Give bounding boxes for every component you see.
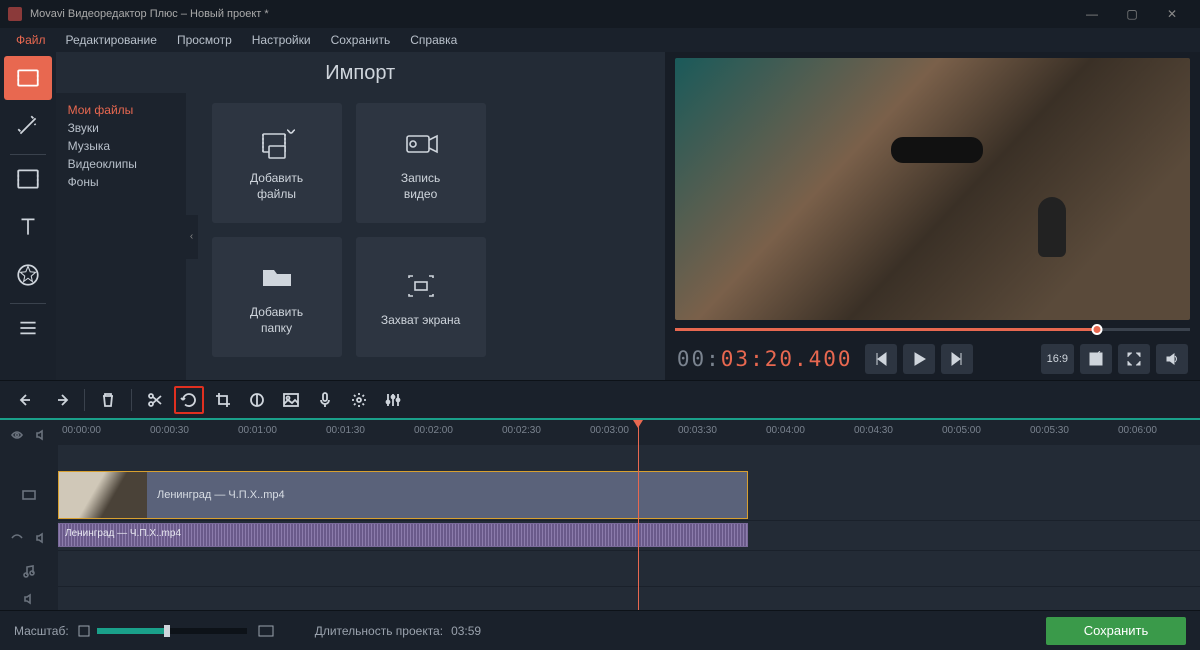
media-add-icon	[257, 123, 297, 165]
close-button[interactable]: ✕	[1152, 0, 1192, 28]
tile-label: Добавить файлы	[250, 171, 303, 202]
music-track-head[interactable]	[0, 553, 58, 589]
zoom-fit-icon[interactable]	[257, 624, 275, 638]
fullscreen-button[interactable]	[1118, 344, 1150, 374]
menu-settings[interactable]: Настройки	[242, 30, 321, 50]
clip-name: Ленинград — Ч.П.Х..mp4	[157, 489, 285, 501]
titlebar: Movavi Видеоредактор Плюс – Новый проект…	[0, 0, 1200, 28]
ruler-head	[0, 422, 58, 447]
music-track[interactable]	[58, 551, 1200, 587]
rail-magic[interactable]	[4, 104, 52, 148]
preview-decoration	[1038, 197, 1066, 257]
video-clip[interactable]: Ленинград — Ч.П.Х..mp4	[58, 471, 748, 519]
maximize-button[interactable]: ▢	[1112, 0, 1152, 28]
menubar: Файл Редактирование Просмотр Настройки С…	[0, 28, 1200, 52]
rail-filters[interactable]	[4, 157, 52, 201]
menu-save[interactable]: Сохранить	[321, 30, 401, 50]
crop-button[interactable]	[208, 386, 238, 414]
zoom-slider[interactable]	[97, 628, 247, 634]
split-button[interactable]	[140, 386, 170, 414]
capture-icon	[401, 265, 441, 307]
tile-record-video[interactable]: Запись видео	[356, 103, 486, 223]
tile-label: Запись видео	[401, 171, 440, 202]
audio-track[interactable]: Ленинград — Ч.П.Х..mp4	[58, 521, 1200, 551]
source-music[interactable]: Музыка	[56, 137, 186, 155]
timecode: 00:03:20.400	[677, 347, 853, 371]
zoom-label: Масштаб:	[14, 624, 69, 638]
rotate-button[interactable]	[174, 386, 204, 414]
source-backgrounds[interactable]: Фоны	[56, 173, 186, 191]
rail-stickers[interactable]	[4, 253, 52, 297]
track-headers	[0, 420, 58, 610]
timeline: 00:00:00 00:00:30 00:01:00 00:01:30 00:0…	[0, 418, 1200, 610]
prev-frame-button[interactable]	[865, 344, 897, 374]
preview-controls: 00:03:20.400 16:9	[675, 338, 1190, 380]
import-heading: Импорт	[56, 62, 665, 85]
image-button[interactable]	[276, 386, 306, 414]
rail-titles[interactable]	[4, 205, 52, 249]
zoom-out-icon[interactable]	[77, 624, 91, 638]
clip-name: Ленинград — Ч.П.Х..mp4	[65, 528, 181, 539]
audio-clip[interactable]: Ленинград — Ч.П.Х..mp4	[58, 523, 748, 547]
source-videoclips[interactable]: Видеоклипы	[56, 155, 186, 173]
window-title: Movavi Видеоредактор Плюс – Новый проект…	[30, 8, 269, 20]
save-button[interactable]: Сохранить	[1046, 617, 1186, 645]
music-track-volume[interactable]	[0, 589, 58, 609]
video-track[interactable]: Ленинград — Ч.П.Х..mp4	[58, 465, 1200, 521]
preview-panel: 00:03:20.400 16:9	[665, 52, 1200, 380]
time-ruler[interactable]: 00:00:00 00:00:30 00:01:00 00:01:30 00:0…	[58, 420, 1200, 445]
color-button[interactable]	[242, 386, 272, 414]
equalizer-button[interactable]	[378, 386, 408, 414]
tile-add-files[interactable]: Добавить файлы	[212, 103, 342, 223]
minimize-button[interactable]: —	[1072, 0, 1112, 28]
import-panel: Импорт Мои файлы Звуки Музыка Видеоклипы…	[56, 52, 665, 380]
play-button[interactable]	[903, 344, 935, 374]
source-list: Мои файлы Звуки Музыка Видеоклипы Фоны	[56, 93, 186, 380]
redo-button[interactable]	[46, 386, 76, 414]
volume-button[interactable]	[1156, 344, 1188, 374]
camera-icon	[401, 123, 441, 165]
menu-file[interactable]: Файл	[6, 30, 56, 50]
next-frame-button[interactable]	[941, 344, 973, 374]
video-preview[interactable]	[675, 58, 1190, 320]
menu-edit[interactable]: Редактирование	[56, 30, 167, 50]
audio-track-head[interactable]	[0, 523, 58, 553]
duration-label: Длительность проекта:	[315, 624, 443, 638]
app-logo	[8, 7, 22, 21]
source-sounds[interactable]: Звуки	[56, 119, 186, 137]
rail-list[interactable]	[4, 306, 52, 350]
menu-view[interactable]: Просмотр	[167, 30, 242, 50]
timeline-body[interactable]: 00:00:00 00:00:30 00:01:00 00:01:30 00:0…	[58, 420, 1200, 610]
folder-add-icon	[257, 257, 297, 299]
settings-button[interactable]	[344, 386, 374, 414]
aspect-ratio-button[interactable]: 16:9	[1041, 344, 1074, 374]
preview-decoration	[891, 137, 983, 163]
menu-help[interactable]: Справка	[400, 30, 467, 50]
video-track-head[interactable]	[0, 467, 58, 523]
tile-label: Добавить папку	[250, 305, 303, 336]
mic-button[interactable]	[310, 386, 340, 414]
tile-add-folder[interactable]: Добавить папку	[212, 237, 342, 357]
delete-button[interactable]	[93, 386, 123, 414]
source-my-files[interactable]: Мои файлы	[56, 101, 186, 119]
preview-progressbar[interactable]	[675, 320, 1190, 338]
popout-button[interactable]	[1080, 344, 1112, 374]
rail-import[interactable]	[4, 56, 52, 100]
playhead[interactable]	[638, 420, 639, 610]
tile-screen-capture[interactable]: Захват экрана	[356, 237, 486, 357]
import-tiles: Добавить файлы Запись видео Добавить пап…	[186, 93, 665, 380]
edit-toolbar	[0, 380, 1200, 418]
workspace: Импорт Мои файлы Звуки Музыка Видеоклипы…	[0, 52, 1200, 380]
undo-button[interactable]	[12, 386, 42, 414]
duration-value: 03:59	[451, 624, 481, 638]
collapse-sources[interactable]: ‹	[186, 215, 198, 259]
tile-label: Захват экрана	[381, 313, 460, 329]
statusbar: Масштаб: Длительность проекта: 03:59 Сох…	[0, 610, 1200, 650]
left-rail	[0, 52, 56, 380]
clip-thumbnail	[59, 472, 147, 518]
